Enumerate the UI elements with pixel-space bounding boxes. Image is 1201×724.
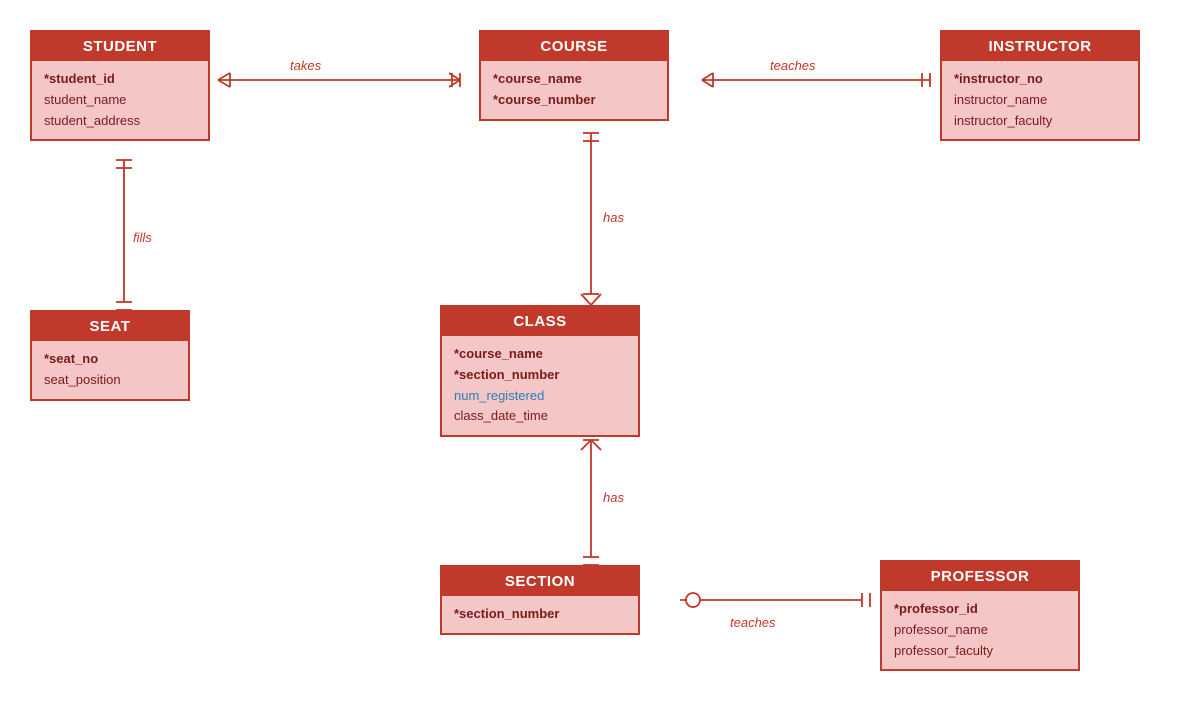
instructor-body: *instructor_no instructor_name instructo… bbox=[942, 61, 1138, 139]
student-field-1: *student_id bbox=[44, 69, 196, 90]
instructor-entity: INSTRUCTOR *instructor_no instructor_nam… bbox=[940, 30, 1140, 141]
student-entity: STUDENT *student_id student_name student… bbox=[30, 30, 210, 141]
professor-body: *professor_id professor_name professor_f… bbox=[882, 591, 1078, 669]
professor-field-2: professor_name bbox=[894, 620, 1066, 641]
instructor-header: INSTRUCTOR bbox=[942, 32, 1138, 61]
course-header: COURSE bbox=[481, 32, 667, 61]
section-header: SECTION bbox=[442, 567, 638, 596]
class-field-3: num_registered bbox=[454, 386, 626, 407]
class-field-2: *section_number bbox=[454, 365, 626, 386]
seat-field-2: seat_position bbox=[44, 370, 176, 391]
section-field-1: *section_number bbox=[454, 604, 626, 625]
section-entity: SECTION *section_number bbox=[440, 565, 640, 635]
has-class-label: has bbox=[603, 210, 624, 225]
teaches-professor-label: teaches bbox=[730, 615, 776, 630]
instructor-field-2: instructor_name bbox=[954, 90, 1126, 111]
professor-field-1: *professor_id bbox=[894, 599, 1066, 620]
takes-label: takes bbox=[290, 58, 321, 73]
class-header: CLASS bbox=[442, 307, 638, 336]
class-field-1: *course_name bbox=[454, 344, 626, 365]
section-body: *section_number bbox=[442, 596, 638, 633]
instructor-field-3: instructor_faculty bbox=[954, 111, 1126, 132]
course-entity: COURSE *course_name *course_number bbox=[479, 30, 669, 121]
seat-body: *seat_no seat_position bbox=[32, 341, 188, 399]
seat-field-1: *seat_no bbox=[44, 349, 176, 370]
teaches-instructor-label: teaches bbox=[770, 58, 816, 73]
diagram: STUDENT *student_id student_name student… bbox=[0, 0, 1201, 724]
professor-field-3: professor_faculty bbox=[894, 641, 1066, 662]
seat-header: SEAT bbox=[32, 312, 188, 341]
class-entity: CLASS *course_name *section_number num_r… bbox=[440, 305, 640, 437]
class-field-4: class_date_time bbox=[454, 406, 626, 427]
student-header: STUDENT bbox=[32, 32, 208, 61]
has-section-label: has bbox=[603, 490, 624, 505]
fills-label: fills bbox=[133, 230, 152, 245]
instructor-field-1: *instructor_no bbox=[954, 69, 1126, 90]
professor-header: PROFESSOR bbox=[882, 562, 1078, 591]
student-field-3: student_address bbox=[44, 111, 196, 132]
course-field-2: *course_number bbox=[493, 90, 655, 111]
student-body: *student_id student_name student_address bbox=[32, 61, 208, 139]
class-body: *course_name *section_number num_registe… bbox=[442, 336, 638, 435]
professor-entity: PROFESSOR *professor_id professor_name p… bbox=[880, 560, 1080, 671]
student-field-2: student_name bbox=[44, 90, 196, 111]
course-field-1: *course_name bbox=[493, 69, 655, 90]
seat-entity: SEAT *seat_no seat_position bbox=[30, 310, 190, 401]
course-body: *course_name *course_number bbox=[481, 61, 667, 119]
